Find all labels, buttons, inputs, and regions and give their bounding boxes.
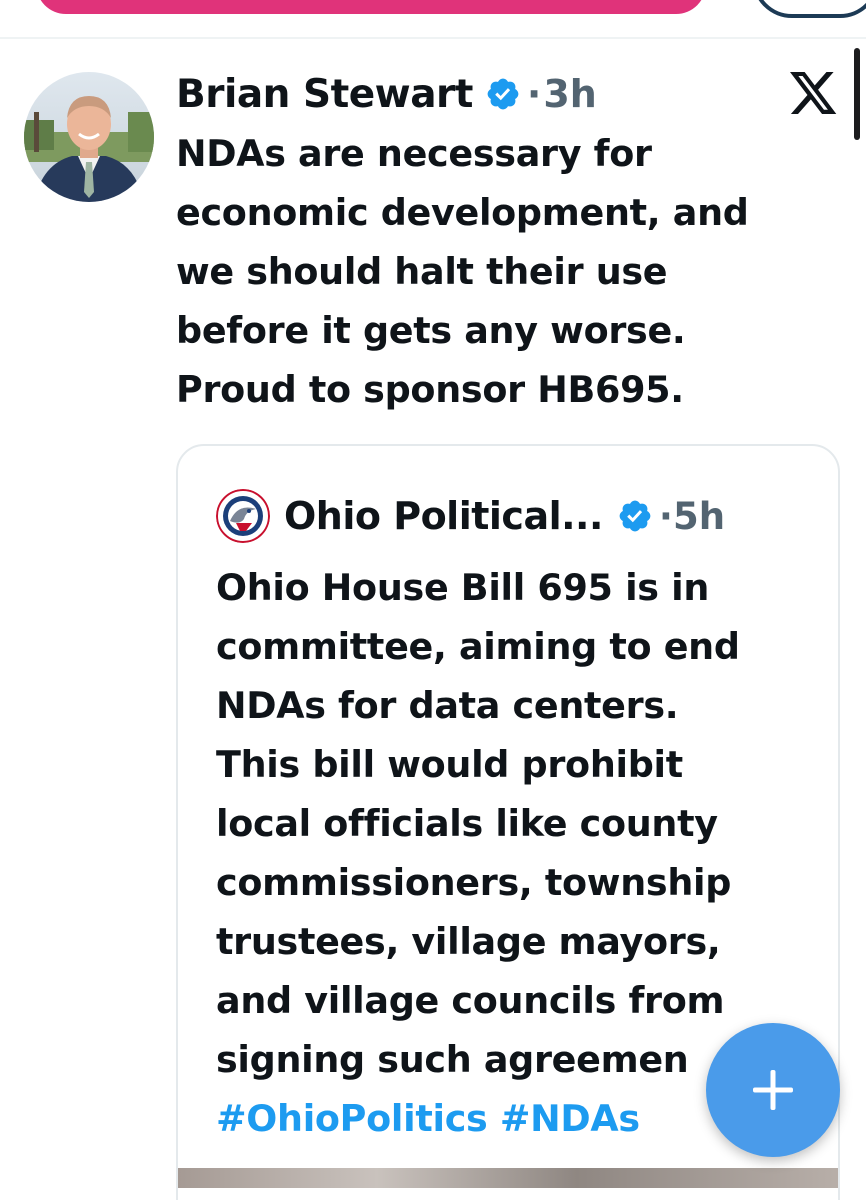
tweet-text-line: economic development, and [176,191,749,234]
separator-dot: · [526,72,542,116]
quoted-text-line: committee, aiming to end [216,625,740,668]
quoted-author-name[interactable]: Ohio Political... [284,494,603,538]
ohio-political-logo-icon [216,489,270,543]
tweet-text-line: before it gets any worse. [176,309,686,352]
author-name[interactable]: Brian Stewart [176,72,473,117]
quoted-tweet-header: Ohio Political... · 5h [216,489,725,543]
quoted-timestamp[interactable]: 5h [673,495,725,538]
verified-badge-icon [487,78,519,110]
quoted-text-line: This bill would prohibit [216,743,683,786]
tweet-text-line: NDAs are necessary for [176,132,652,175]
avatar-photo [24,72,154,202]
divider [0,37,866,39]
quoted-text-line: NDAs for data centers. [216,684,679,727]
tweet-text-line: we should halt their use [176,250,668,293]
profile-ring[interactable] [752,0,866,18]
quoted-media-preview[interactable] [178,1168,838,1188]
top-nav-strip [0,0,866,38]
plus-icon [753,1070,793,1110]
quoted-avatar[interactable] [216,489,270,543]
tweet-body: NDAs are necessary for economic developm… [176,124,836,419]
active-story-pill[interactable] [36,0,706,14]
app-screen: Brian Stewart · 3h NDAs are necessary fo… [0,0,866,1200]
hashtag-link[interactable]: #NDAs [500,1097,640,1140]
tweet-text-line: Proud to sponsor HB695. [176,368,684,411]
quoted-text-line: and village councils from [216,979,725,1022]
scrollbar[interactable] [854,48,860,140]
hashtag-link[interactable]: #OhioPolitics [216,1097,488,1140]
compose-button[interactable] [706,1023,840,1157]
tweet-header: Brian Stewart · 3h [176,68,597,120]
x-logo-icon[interactable] [790,72,838,116]
avatar[interactable] [24,72,154,202]
quoted-text-line: Ohio House Bill 695 is in [216,566,710,609]
separator-dot: · [658,494,673,538]
quoted-text-line: commissioners, township [216,861,732,904]
quoted-text-line: local officials like county [216,802,718,845]
quoted-text-line: trustees, village mayors, [216,920,721,963]
timestamp[interactable]: 3h [543,72,597,116]
verified-badge-icon [619,500,651,532]
